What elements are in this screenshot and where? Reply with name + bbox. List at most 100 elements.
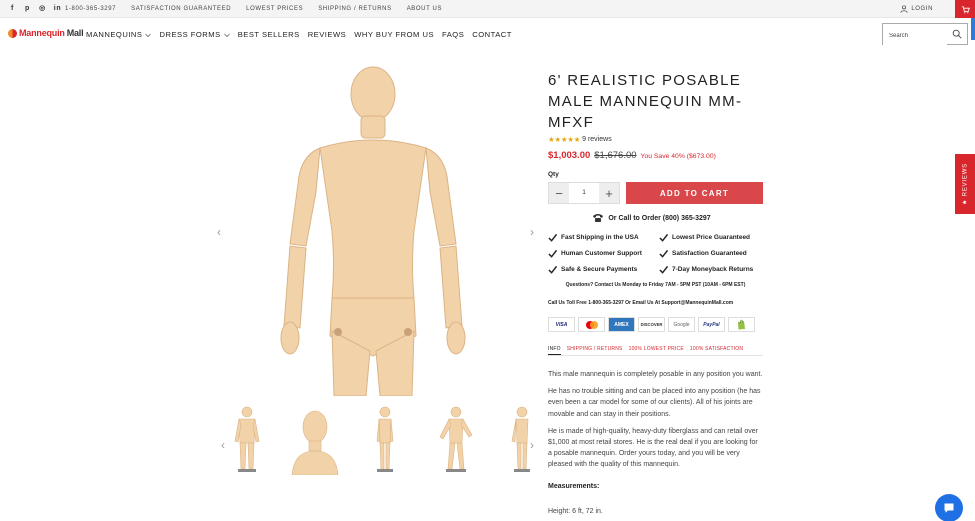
facebook-icon[interactable]: f xyxy=(8,4,17,13)
logo-text-part2: Mall xyxy=(66,28,84,38)
product-main-image[interactable] xyxy=(228,66,518,396)
pinterest-icon[interactable]: p xyxy=(23,4,32,13)
measurements-heading: Measurements: xyxy=(548,482,600,490)
nav-dress-forms[interactable]: DRESS FORMS xyxy=(159,30,230,39)
savings-text: You Save 40% ($673.00) xyxy=(640,153,716,160)
product-description: This male mannequin is completely posabl… xyxy=(548,369,763,517)
amex-icon: AMEX xyxy=(608,317,635,332)
search-input[interactable] xyxy=(883,26,947,46)
checkmark-icon xyxy=(659,233,668,242)
social-links: f p ◎ in xyxy=(8,4,62,13)
top-link-lowest-prices[interactable]: LOWEST PRICES xyxy=(246,6,303,12)
cart-icon xyxy=(961,5,970,13)
cart-button[interactable] xyxy=(955,0,975,18)
shopify-pay-icon xyxy=(728,317,755,332)
checkmark-icon xyxy=(548,233,557,242)
google-pay-icon: Google xyxy=(668,317,695,332)
top-link-about[interactable]: ABOUT US xyxy=(407,6,442,12)
main-nav: MANNEQUINS DRESS FORMS BEST SELLERS REVI… xyxy=(86,30,512,39)
qty-decrease-button[interactable]: − xyxy=(549,183,569,203)
thumbnail-3[interactable] xyxy=(368,405,402,475)
product-rating[interactable]: ★★★★★ 9 reviews xyxy=(548,135,763,144)
review-count: 9 reviews xyxy=(582,136,612,143)
feature-item: Safe & Secure Payments xyxy=(548,265,659,274)
tab-shipping-returns[interactable]: SHIPPING / RETURNS xyxy=(567,346,623,355)
scrollbar-edge[interactable] xyxy=(971,18,975,40)
current-price: $1,003.00 xyxy=(548,150,591,161)
measurement-height: Height: 6 ft, 72 in. xyxy=(548,507,603,515)
thumbs-prev-arrow-icon[interactable]: ‹ xyxy=(218,439,228,451)
gallery-next-arrow-icon[interactable]: › xyxy=(527,226,537,238)
chevron-down-icon xyxy=(145,33,152,37)
nav-label: BEST SELLERS xyxy=(237,30,300,39)
nav-mannequins[interactable]: MANNEQUINS xyxy=(86,30,152,39)
phone-link[interactable]: 1-800-365-3297 xyxy=(65,6,116,12)
info-tabs: INFO SHIPPING / RETURNS 100% LOWEST PRIC… xyxy=(548,346,763,355)
thumbnail-4[interactable] xyxy=(436,405,476,475)
nav-label: WHY BUY FROM US xyxy=(354,30,435,39)
buy-row: − 1 + ADD TO CART xyxy=(548,182,763,204)
gallery-prev-arrow-icon[interactable]: ‹ xyxy=(214,226,224,238)
thumbnail-1[interactable] xyxy=(230,405,264,475)
payment-methods: VISA AMEX DISCOVER Google PayPal xyxy=(548,317,763,332)
add-to-cart-button[interactable]: ADD TO CART xyxy=(626,182,763,204)
feature-label: Fast Shipping in the USA xyxy=(561,234,639,241)
thumbnail-2[interactable] xyxy=(290,405,340,475)
feature-item: Satisfaction Guaranteed xyxy=(659,249,769,258)
feature-label: 7-Day Moneyback Returns xyxy=(672,266,754,273)
site-logo[interactable]: Mannequin Mall xyxy=(8,28,84,38)
nav-faqs[interactable]: FAQS xyxy=(442,30,464,39)
tab-lowest-price[interactable]: 100% LOWEST PRICE xyxy=(629,346,684,355)
nav-label: FAQS xyxy=(442,30,465,39)
thumbs-next-arrow-icon[interactable]: › xyxy=(527,439,537,451)
user-icon xyxy=(900,5,908,13)
logo-mark-icon xyxy=(8,28,17,38)
chevron-down-icon xyxy=(223,33,230,37)
discover-icon: DISCOVER xyxy=(638,317,665,332)
contact-hours: Questions? Contact Us Monday to Friday 7… xyxy=(565,282,746,288)
nav-label: CONTACT xyxy=(472,30,512,39)
login-label: LOGIN xyxy=(911,6,933,12)
feature-item: Lowest Price Guaranteed xyxy=(659,233,769,242)
description-paragraph: This male mannequin is completely posabl… xyxy=(548,371,763,378)
instagram-icon[interactable]: ◎ xyxy=(38,4,47,13)
feature-label: Human Customer Support xyxy=(561,250,642,257)
checkmark-icon xyxy=(548,265,557,274)
nav-best-sellers[interactable]: BEST SELLERS xyxy=(238,30,300,39)
chat-button[interactable] xyxy=(935,494,963,521)
feature-item: Fast Shipping in the USA xyxy=(548,233,659,242)
search-icon[interactable] xyxy=(952,29,962,39)
top-link-shipping[interactable]: SHIPPING / RETURNS xyxy=(318,6,391,12)
nav-reviews[interactable]: REVIEWS xyxy=(308,30,347,39)
product-title: 6' REALISTIC POSABLE MALE MANNEQUIN MM-M… xyxy=(548,72,743,131)
tab-satisfaction[interactable]: 100% SATISFACTION xyxy=(690,346,743,355)
feature-item: 7-Day Moneyback Returns xyxy=(659,265,769,274)
search-box xyxy=(882,23,968,46)
linkedin-icon[interactable]: in xyxy=(53,4,62,13)
nav-label: DRESS FORMS xyxy=(159,30,221,39)
call-to-order[interactable]: Or Call to Order (800) 365-3297 xyxy=(548,213,763,223)
quantity-stepper: − 1 + xyxy=(548,182,620,204)
login-link[interactable]: LOGIN xyxy=(900,5,933,13)
price-block: $1,003.00 $1,676.00 You Save 40% ($673.0… xyxy=(548,150,763,161)
logo-text-part1: Mannequin xyxy=(19,28,65,38)
phone-icon xyxy=(593,214,604,222)
nav-contact[interactable]: CONTACT xyxy=(472,30,512,39)
top-links: 1-800-365-3297 SATISFACTION GUARANTEED L… xyxy=(65,6,442,12)
top-link-satisfaction[interactable]: SATISFACTION GUARANTEED xyxy=(131,6,231,12)
qty-input[interactable]: 1 xyxy=(569,183,599,203)
nav-label: MANNEQUINS xyxy=(86,30,143,39)
product-info: 6' REALISTIC POSABLE MALE MANNEQUIN MM-M… xyxy=(548,70,763,521)
feature-label: Satisfaction Guaranteed xyxy=(672,250,747,257)
qty-increase-button[interactable]: + xyxy=(599,183,619,203)
qty-label: Qty xyxy=(548,171,559,178)
checkmark-icon xyxy=(659,265,668,274)
tab-info[interactable]: INFO xyxy=(548,346,561,355)
contact-line: Call Us Toll Free 1-800-365-3297 Or Emai… xyxy=(548,300,734,306)
feature-label: Lowest Price Guaranteed xyxy=(672,234,751,241)
mastercard-icon xyxy=(578,317,605,332)
thumbnail-strip: ‹ › xyxy=(218,405,538,477)
checkmark-icon xyxy=(659,249,668,258)
nav-why-buy[interactable]: WHY BUY FROM US xyxy=(354,30,434,39)
reviews-side-tab[interactable]: ★ REVIEWS xyxy=(955,154,975,214)
